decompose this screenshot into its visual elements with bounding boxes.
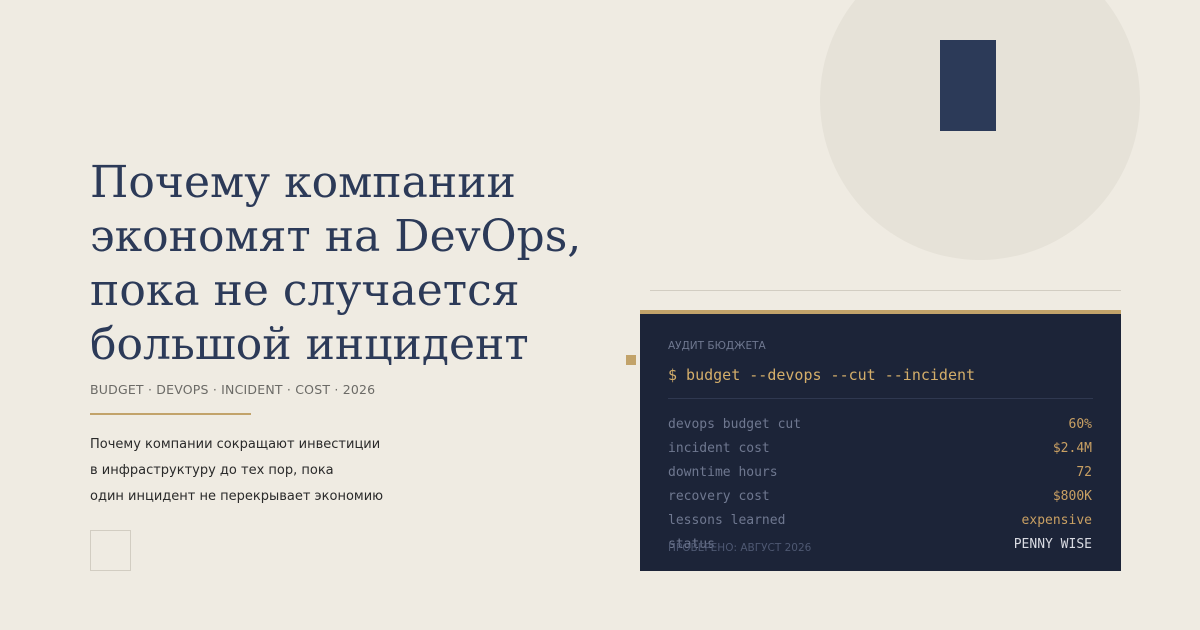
terminal-row-value: 72 bbox=[1076, 465, 1092, 480]
terminal-row-key: lessons learned bbox=[668, 513, 786, 528]
page-title-line: Почему компании bbox=[90, 157, 516, 208]
terminal-row: devops budget cut 60% bbox=[668, 413, 1092, 437]
page-title-line: пока не случается bbox=[90, 265, 520, 316]
terminal-footer: Проверено: август 2026 bbox=[668, 542, 812, 554]
terminal-label: Аудит бюджета bbox=[668, 340, 766, 352]
page-title-line: экономят на DevOps, bbox=[90, 211, 582, 262]
description-line: один инцидент не перекрывает экономию bbox=[90, 489, 384, 504]
description-line: в инфраструктуру до тех пор, пока bbox=[90, 463, 334, 478]
divider-line bbox=[650, 290, 1121, 291]
terminal-row-key: incident cost bbox=[668, 441, 770, 456]
terminal-rows: devops budget cut 60% incident cost $2.4… bbox=[668, 413, 1092, 557]
terminal-row: downtime hours 72 bbox=[668, 461, 1092, 485]
terminal-row: recovery cost $800K bbox=[668, 485, 1092, 509]
terminal-panel: Аудит бюджета $ budget --devops --cut --… bbox=[640, 310, 1121, 571]
terminal-row-key: devops budget cut bbox=[668, 417, 802, 432]
terminal-row-value: 60% bbox=[1068, 417, 1092, 432]
terminal-row: incident cost $2.4M bbox=[668, 437, 1092, 461]
decorative-outline-square bbox=[90, 530, 131, 571]
description: Почему компании сокращают инвестиции в и… bbox=[90, 432, 383, 510]
description-line: Почему компании сокращают инвестиции bbox=[90, 437, 381, 452]
terminal-status-value: PENNY WISE bbox=[1013, 537, 1092, 552]
gold-marker-square bbox=[626, 355, 636, 365]
terminal-row-value: $2.4M bbox=[1052, 441, 1092, 456]
terminal-row-value: expensive bbox=[1021, 513, 1092, 528]
terminal-row: lessons learned expensive bbox=[668, 509, 1092, 533]
tag-list: BUDGET · DEVOPS · INCIDENT · COST · 2026 bbox=[90, 382, 376, 397]
terminal-row-key: recovery cost bbox=[668, 489, 770, 504]
terminal-command: $ budget --devops --cut --incident bbox=[668, 366, 976, 384]
terminal-divider bbox=[668, 398, 1093, 399]
accent-block bbox=[940, 40, 996, 131]
terminal-row-value: $800K bbox=[1052, 489, 1092, 504]
terminal-row-key: downtime hours bbox=[668, 465, 778, 480]
gold-underline bbox=[90, 413, 251, 415]
page-title: Почему компании экономят на DevOps, пока… bbox=[90, 156, 650, 372]
page-title-line: большой инцидент bbox=[90, 319, 529, 370]
